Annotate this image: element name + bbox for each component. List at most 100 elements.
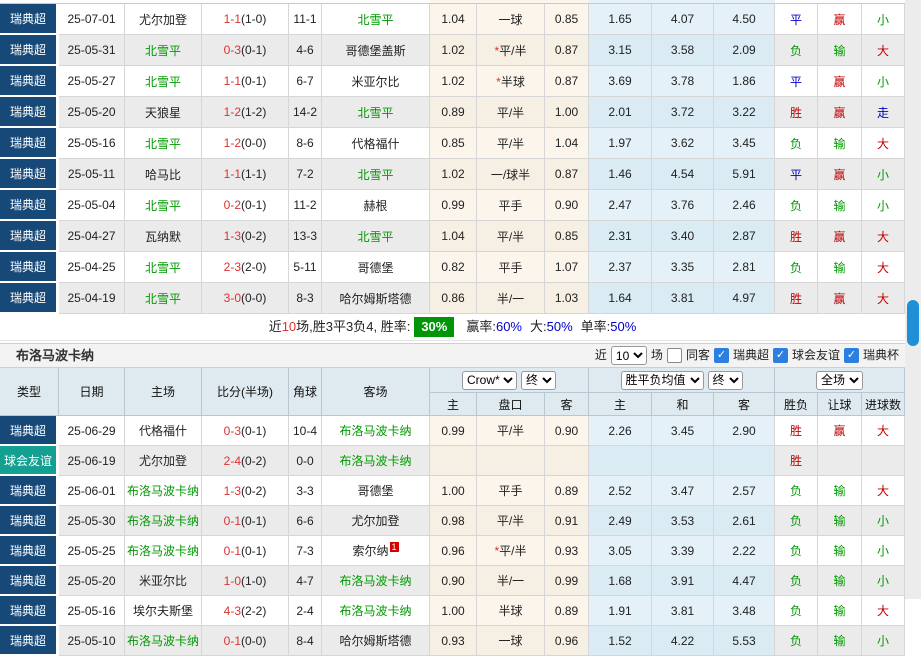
goals-result-cell: 大 xyxy=(862,221,905,252)
summary-prefix: 近 xyxy=(268,319,282,334)
handicap-result-cell: 输 xyxy=(818,128,862,159)
league-checkbox-cup[interactable]: ✓ xyxy=(843,348,859,363)
league-checkbox-friendly[interactable]: ✓ xyxy=(772,348,788,363)
handicap-home-odds-cell: 1.02 xyxy=(430,35,477,66)
handicap-result-cell: 输 xyxy=(818,626,863,656)
score-cell: 1-3(0-2) xyxy=(202,476,289,506)
euro-away-odds-cell xyxy=(714,446,776,476)
handicap-result-cell: 赢 xyxy=(818,283,862,314)
result-cell: 胜 xyxy=(775,446,819,476)
table-row: 瑞典超 25-04-19 北雪平 3-0(0-0) 8-3 哈尔姆斯塔德 0.86 半/一 1.… xyxy=(0,283,905,314)
away-team-cell: 北雪平 xyxy=(322,97,430,128)
euro-away-odds-cell: 5.53 xyxy=(714,626,776,656)
euro-home-odds-cell: 2.47 xyxy=(589,190,652,221)
date-cell: 25-05-31 xyxy=(59,35,125,66)
score-cell: 3-0(0-0) xyxy=(202,283,289,314)
table-row: 瑞典超 25-06-01 布洛马波卡纳 1-3(0-2) 3-3 哥德堡 1.00 平手 0.8… xyxy=(0,476,906,506)
goals-result-cell: 小 xyxy=(862,4,905,35)
result-group-header: 全场 xyxy=(775,368,906,393)
sub-home-odds: 主 xyxy=(430,393,477,416)
handicap-line-cell: 一球 xyxy=(477,4,545,35)
handicap-group-header: Crow* 终 xyxy=(430,368,590,393)
league-cell: 瑞典超 xyxy=(0,506,59,536)
sub-euro-away: 客 xyxy=(714,393,776,416)
euro-away-odds-cell: 2.22 xyxy=(714,536,776,566)
euro-draw-odds-cell: 3.53 xyxy=(652,506,715,536)
same-venue-label: 同客 xyxy=(685,348,710,362)
home-team-cell: 北雪平 xyxy=(125,128,202,159)
league-cell: 球会友谊 xyxy=(0,446,59,476)
euro-draw-odds-cell: 3.76 xyxy=(652,190,714,221)
league-cell: 瑞典超 xyxy=(0,159,59,190)
league-cell: 瑞典超 xyxy=(0,566,59,596)
corner-cell: 5-11 xyxy=(289,252,322,283)
euro-draw-odds-cell: 3.40 xyxy=(652,221,714,252)
date-cell: 25-05-16 xyxy=(59,596,125,626)
away-team-cell: 代格福什 xyxy=(322,128,430,159)
score-cell: 1-1(1-0) xyxy=(202,4,289,35)
handicap-line-cell: 平/半 xyxy=(477,416,545,446)
handicap-line-cell: *平/半 xyxy=(477,536,545,566)
table-row: 球会友谊 25-06-19 尤尔加登 2-4(0-2) 0-0 布洛马波卡纳 胜 xyxy=(0,446,906,476)
handicap-home-odds-cell: 0.89 xyxy=(430,97,477,128)
score-cell: 0-2(0-1) xyxy=(202,190,289,221)
corner-cell: 0-0 xyxy=(289,446,322,476)
handicap-away-odds-cell: 0.89 xyxy=(545,476,590,506)
handicap-home-odds-cell: 1.00 xyxy=(430,596,477,626)
score-cell: 0-1(0-1) xyxy=(202,506,289,536)
away-team-cell: 哈尔姆斯塔德 xyxy=(322,626,430,656)
home-team-cell: 米亚尔比 xyxy=(125,566,202,596)
date-cell: 25-05-30 xyxy=(59,506,125,536)
team2-header-bar: 布洛马波卡纳 近 10 场 同客 ✓ 瑞典超 ✓ 球会友谊 ✓ 瑞典杯 xyxy=(0,343,905,368)
euro-home-odds-cell xyxy=(589,446,653,476)
date-cell: 25-05-25 xyxy=(59,536,125,566)
col-date: 日期 xyxy=(59,368,125,416)
corner-cell: 10-4 xyxy=(289,416,322,446)
date-cell: 25-06-19 xyxy=(59,446,125,476)
euro-draw-odds-cell: 3.62 xyxy=(652,128,714,159)
scrollbar-thumb[interactable] xyxy=(907,300,919,346)
final-odds-select-2[interactable]: 终 xyxy=(707,370,743,390)
sub-result: 胜负 xyxy=(775,393,819,416)
scrollbar-track[interactable] xyxy=(905,0,921,599)
league-cell: 瑞典超 xyxy=(0,476,59,506)
team1-history-table: 瑞典超 25-07-01 尤尔加登 1-1(1-0) 11-1 北雪平 1.04 一球 0.85… xyxy=(0,4,905,314)
summary-record: 场,胜3平3负4, 胜率: xyxy=(296,319,411,334)
league-cell: 瑞典超 xyxy=(0,536,59,566)
result-cell: 平 xyxy=(775,4,818,35)
home-team-cell: 尤尔加登 xyxy=(125,4,202,35)
bookmaker-select[interactable]: Crow* xyxy=(462,370,518,390)
table-row: 瑞典超 25-05-27 北雪平 1-1(0-1) 6-7 米亚尔比 1.02 *半球 0.87… xyxy=(0,66,905,97)
match-scope-select[interactable]: 全场 xyxy=(816,370,864,390)
team1-stats-summary: 近10场,胜3平3负4, 胜率: 30% 赢率:60% 大:50% 单率:50% xyxy=(0,314,905,341)
sub-euro-draw: 和 xyxy=(652,393,715,416)
handicap-result-cell xyxy=(818,446,863,476)
away-team-cell: 布洛马波卡纳 xyxy=(322,446,430,476)
win-rate-badge: 30% xyxy=(414,317,455,337)
euro-away-odds-cell: 4.97 xyxy=(714,283,775,314)
table-row: 瑞典超 25-05-16 北雪平 1-2(0-0) 8-6 代格福什 0.85 平/半 1.04… xyxy=(0,128,905,159)
summary-label-2: 大: xyxy=(530,319,547,334)
away-team-cell: 北雪平 xyxy=(322,159,430,190)
final-odds-select-1[interactable]: 终 xyxy=(521,370,557,390)
goals-result-cell: 大 xyxy=(862,283,905,314)
euro-away-odds-cell: 5.91 xyxy=(714,159,775,190)
corner-cell: 11-1 xyxy=(289,4,322,35)
away-team-cell: 哥德堡盖斯 xyxy=(322,35,430,66)
handicap-result-cell: 赢 xyxy=(818,159,862,190)
table-row: 瑞典超 25-05-20 米亚尔比 1-0(1-0) 4-7 布洛马波卡纳 0.90 半/一 0… xyxy=(0,566,906,596)
odds-average-select[interactable]: 胜平负均值 xyxy=(620,370,704,390)
summary-count: 10 xyxy=(281,319,297,334)
euro-draw-odds-cell: 3.72 xyxy=(652,97,714,128)
recent-count-select[interactable]: 10 xyxy=(610,346,647,365)
league-checkbox-allsvenskan[interactable]: ✓ xyxy=(713,348,729,363)
euro-draw-odds-cell: 3.45 xyxy=(652,416,715,446)
home-team-cell: 布洛马波卡纳 xyxy=(125,626,202,656)
euro-away-odds-cell: 3.48 xyxy=(714,596,776,626)
corner-cell: 6-7 xyxy=(289,66,322,97)
result-cell: 负 xyxy=(775,252,818,283)
corner-cell: 8-3 xyxy=(289,283,322,314)
date-cell: 25-05-04 xyxy=(59,190,125,221)
handicap-result-cell: 赢 xyxy=(818,4,862,35)
same-venue-checkbox[interactable] xyxy=(666,348,682,363)
